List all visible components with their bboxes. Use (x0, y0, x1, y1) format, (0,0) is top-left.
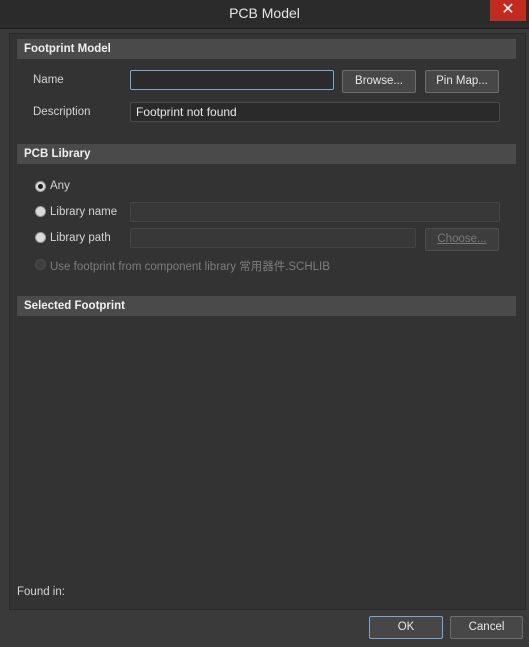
library-name-input[interactable] (130, 202, 500, 222)
footprint-model-header: Footprint Model (17, 39, 516, 59)
browse-button-label: Browse... (355, 75, 403, 87)
use-footprint-checkbox[interactable] (35, 259, 46, 270)
browse-button[interactable]: Browse... (342, 70, 416, 93)
name-label: Name (33, 74, 64, 86)
pin-map-button-label: Pin Map... (436, 75, 488, 87)
pin-map-button[interactable]: Pin Map... (425, 70, 499, 93)
close-button[interactable]: ✕ (490, 0, 526, 21)
selected-footprint-header: Selected Footprint (17, 296, 516, 316)
radio-library-name[interactable] (35, 206, 46, 217)
title-bar: PCB Model ✕ (0, 0, 529, 29)
radio-library-path-label[interactable]: Library path (50, 232, 111, 244)
description-label: Description (33, 106, 91, 118)
cancel-button[interactable]: Cancel (450, 616, 523, 639)
dialog-body: Footprint Model Name Browse... Pin Map..… (9, 33, 526, 610)
window-title: PCB Model (229, 5, 300, 21)
ok-button[interactable]: OK (369, 616, 443, 639)
description-field[interactable]: Footprint not found (130, 102, 500, 122)
found-in-label: Found in: (17, 586, 65, 598)
radio-any[interactable] (35, 181, 46, 192)
library-path-input[interactable] (130, 228, 416, 248)
use-footprint-label: Use footprint from component library 常用器… (50, 261, 330, 273)
radio-library-name-label[interactable]: Library name (50, 206, 117, 218)
choose-button-label: Choose... (437, 233, 487, 245)
cancel-button-label: Cancel (468, 621, 505, 633)
close-icon[interactable]: ✕ (501, 1, 514, 18)
choose-button[interactable]: Choose... (425, 228, 499, 251)
ok-button-label: OK (397, 621, 415, 633)
name-input[interactable] (130, 70, 334, 90)
radio-any-label[interactable]: Any (50, 180, 70, 192)
pcb-library-header: PCB Library (17, 144, 516, 164)
radio-library-path[interactable] (35, 232, 46, 243)
